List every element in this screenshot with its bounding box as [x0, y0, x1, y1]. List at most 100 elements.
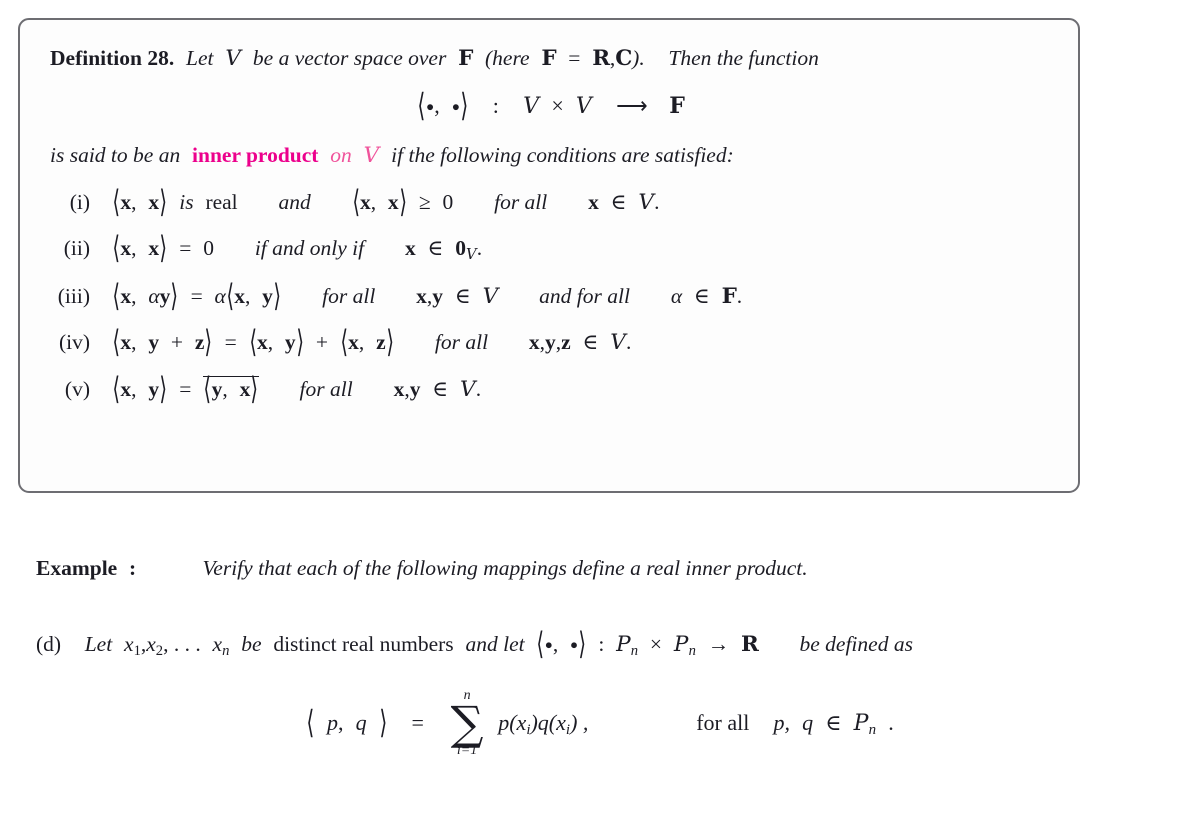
- bullet-dot-left: ●: [425, 98, 435, 114]
- axiom-v-forall: for all: [299, 377, 353, 402]
- element-of-operator: ∈: [582, 330, 599, 355]
- angle-close-icon: ⟩: [578, 626, 587, 663]
- part-d-be: be: [241, 632, 262, 656]
- angle-open-icon: ⟨: [112, 324, 121, 361]
- inner-comma: ,: [131, 284, 137, 309]
- pairing-display-equation: ⟨●, ●⟩: V × V ⟶ F: [50, 88, 1052, 124]
- inner-comma: ,: [222, 377, 228, 402]
- inner-comma: ,: [131, 330, 137, 355]
- polynomial-space-right: P: [673, 632, 689, 657]
- zero-value: 0: [442, 190, 454, 214]
- polynomial-space-left: P: [616, 632, 631, 657]
- domain-left-symbol: V: [523, 94, 540, 119]
- angle-close-icon: ⟩: [170, 278, 179, 315]
- said-prefix: is said to be an: [50, 143, 181, 167]
- period: .: [654, 190, 660, 214]
- vector-x: x: [348, 330, 359, 355]
- vector-x: x: [528, 330, 540, 355]
- axiom-i-is: is: [179, 190, 194, 214]
- angle-close-icon: ⟩: [385, 324, 394, 361]
- axiom-i-and: and: [278, 190, 311, 214]
- sigma-icon: ∑: [450, 695, 484, 750]
- axiom-body-v: ⟨x, y⟩ = ⟨y, x⟩ for all x,y ∈ V.: [112, 371, 481, 407]
- example-heading: Example: Verify that each of the followin…: [36, 556, 808, 581]
- vector-x: x: [393, 377, 405, 402]
- element-of-operator: ∈: [693, 284, 710, 309]
- final-forall: for all: [696, 709, 750, 735]
- variable-x2: x: [146, 632, 156, 656]
- vector-x: x: [120, 330, 132, 355]
- inner-comma: ,: [337, 709, 344, 735]
- axiom-iv-forall: for all: [434, 330, 489, 355]
- axiom-item-ii: (ii) ⟨x, x⟩ = 0 if and only if x ∈ 0V.: [50, 230, 1052, 266]
- equals-operator: =: [411, 709, 424, 735]
- period: .: [736, 284, 743, 309]
- axiom-list: (i) ⟨x, x⟩ is real and ⟨x, x⟩ ≥0 for all x ∈ V. (ii…: [50, 184, 1052, 407]
- summand-p-open: p(x: [498, 709, 527, 735]
- period: .: [888, 709, 894, 735]
- reals-symbol: R: [592, 46, 610, 71]
- polynomial-q: q: [355, 709, 367, 735]
- axiom-number-ii: (ii): [63, 236, 90, 260]
- part-d-defined-as: be defined as: [799, 632, 913, 656]
- axiom-item-v: (v) ⟨x, y⟩ = ⟨y, x⟩ for all x,y ∈ V.: [50, 371, 1052, 407]
- summation-lower-limit: i=1: [456, 743, 478, 759]
- bullet-dot-right: ●: [570, 636, 579, 652]
- vector-x: x: [120, 236, 132, 260]
- part-d-label: (d): [36, 632, 62, 656]
- vector-y: y: [409, 377, 421, 402]
- equation-colon: :: [492, 93, 499, 118]
- vector-x: x: [120, 284, 132, 309]
- angle-open-icon: ⟨: [340, 324, 348, 361]
- field-symbol: F: [721, 284, 737, 310]
- angle-open-icon: ⟨: [351, 184, 360, 221]
- axiom-body-iii: ⟨x, αy⟩ = α⟨x, y⟩ for all x,y ∈ Vand for all α ∈ F.: [112, 278, 743, 314]
- angle-close-icon: ⟩: [159, 371, 168, 408]
- inner-comma: ,: [131, 377, 137, 402]
- angle-close-icon: ⟩: [399, 184, 407, 221]
- element-of-operator: ∈: [825, 709, 842, 735]
- vector-space-symbol: V: [459, 377, 476, 403]
- equals-operator: =: [179, 377, 192, 402]
- axiom-iii-forall: for all: [322, 284, 376, 309]
- codomain-symbol: F: [669, 93, 685, 119]
- bullet-dot-left: ●: [544, 636, 553, 652]
- definition-box: Definition 28. Let Vbe a vector space over…: [18, 18, 1080, 493]
- reals-symbol: R: [741, 632, 759, 657]
- angle-open-icon: ⟨: [112, 184, 121, 221]
- polynomial-subscript: n: [868, 722, 877, 738]
- axiom-number-iv: (iv): [58, 330, 90, 355]
- definition-intro-middle: be a vector space over: [252, 46, 447, 70]
- definition-heading: Definition 28. Let Vbe a vector space over…: [50, 46, 1052, 71]
- element-of-operator: ∈: [454, 284, 471, 309]
- part-d-distinct: distinct real numbers: [273, 632, 454, 656]
- example-mark: :: [129, 556, 137, 580]
- part-d-colon: :: [598, 632, 605, 656]
- example-text: Verify that each of the following mappin…: [202, 556, 808, 580]
- vector-x: x: [239, 377, 251, 402]
- comma: ,: [784, 709, 791, 735]
- inner-comma: ,: [358, 330, 365, 355]
- period: .: [476, 236, 483, 260]
- inner-product-keyword: inner product: [192, 143, 319, 167]
- vector-x: x: [120, 377, 132, 402]
- vector-y: y: [545, 330, 556, 355]
- conjugate-overline: ⟨y, x⟩: [203, 374, 259, 404]
- angle-close-icon: ⟩: [460, 88, 469, 125]
- subscript-1: 1: [133, 643, 141, 660]
- inner-comma: ,: [267, 330, 274, 355]
- vector-x: x: [120, 190, 132, 214]
- period: .: [626, 330, 632, 355]
- axiom-number-iii: (iii): [57, 284, 90, 309]
- alpha-scalar: α: [670, 284, 683, 309]
- vector-x: x: [256, 330, 268, 355]
- element-of-operator: ∈: [427, 236, 444, 260]
- vector-y: y: [159, 284, 171, 309]
- definition-intro-after: Then the function: [668, 46, 819, 70]
- pairing-comma: ,: [552, 632, 559, 656]
- axiom-i-real: real: [205, 190, 238, 214]
- angle-open-icon: ⟨: [248, 324, 257, 361]
- example-label: Example: [36, 556, 118, 580]
- vector-x: x: [387, 190, 399, 214]
- axiom-number-v: (v): [64, 377, 90, 402]
